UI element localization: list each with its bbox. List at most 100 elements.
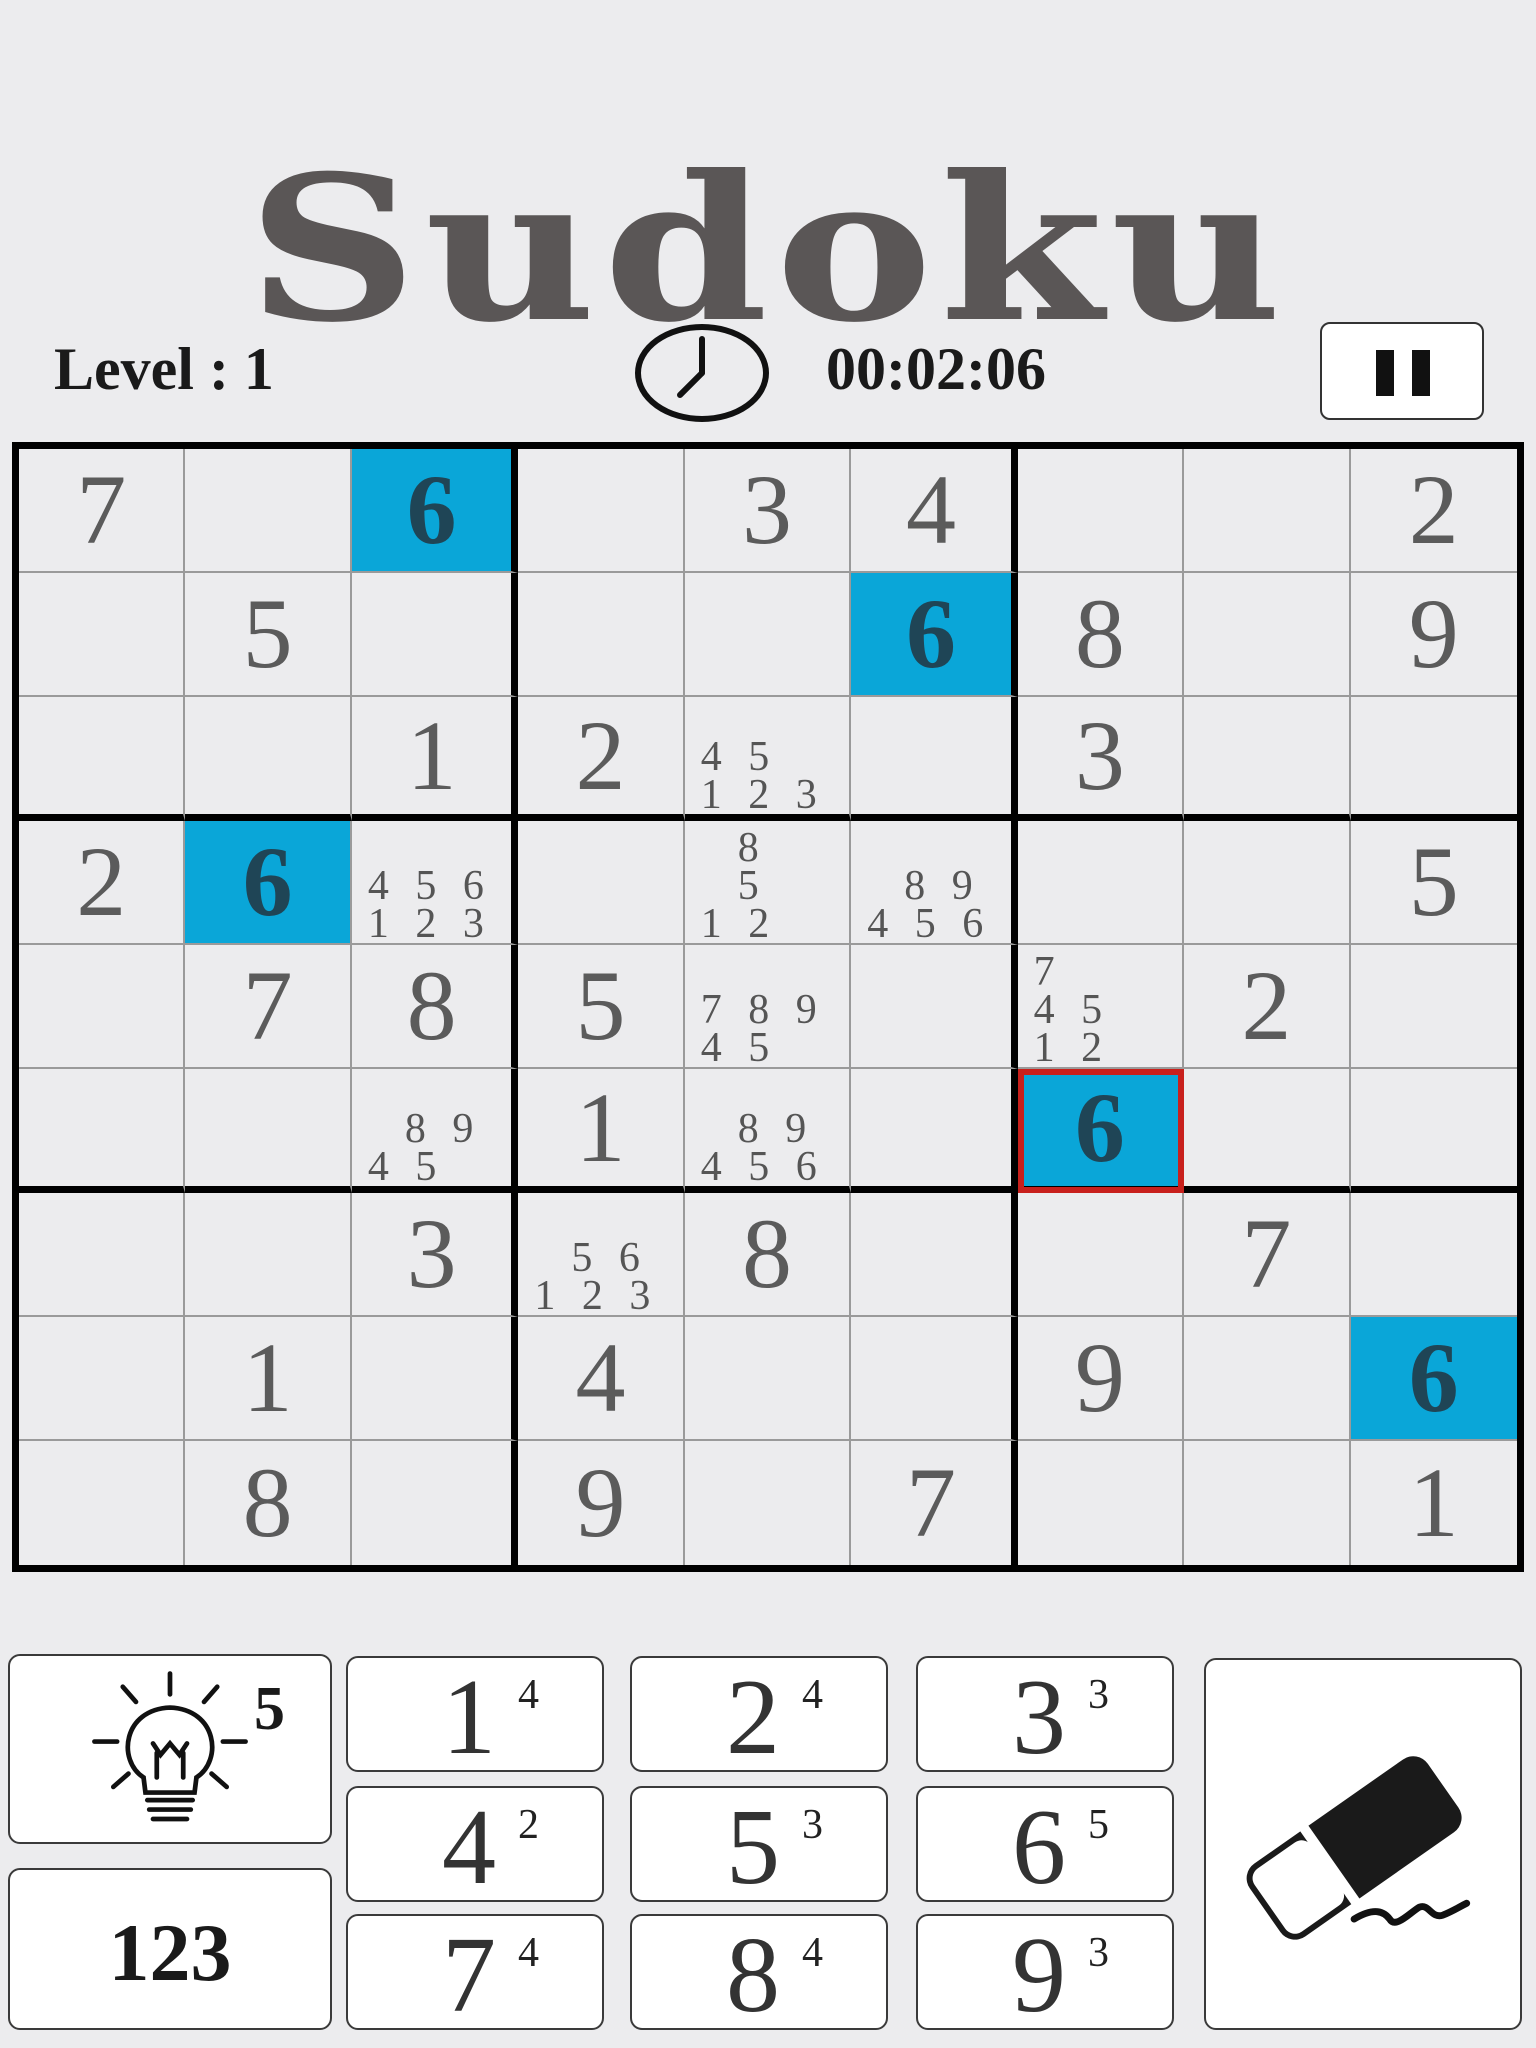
board-cell[interactable]: 3	[1017, 697, 1185, 821]
board-cell[interactable]: 8	[684, 1193, 852, 1317]
board-cell[interactable]	[1350, 945, 1517, 1069]
board-cell[interactable]	[851, 1317, 1018, 1441]
board-cell[interactable]: 2	[1350, 449, 1517, 573]
board-cell[interactable]: 1	[351, 697, 519, 821]
board-cell[interactable]: 8 94 5 6	[851, 821, 1018, 945]
board-cell[interactable]	[185, 1193, 352, 1317]
board-cell[interactable]	[685, 1441, 852, 1565]
level-label: Level : 1	[54, 336, 274, 402]
board-cell[interactable]	[1350, 697, 1517, 821]
board-cell[interactable]	[518, 449, 685, 573]
app-title: Sudoku	[246, 132, 1290, 367]
board-cell[interactable]: 8	[1017, 573, 1185, 697]
board-cell[interactable]	[1184, 1069, 1351, 1193]
board-cell[interactable]	[185, 1069, 352, 1193]
board-cell[interactable]	[1184, 449, 1351, 573]
board-cell[interactable]: 4	[851, 449, 1018, 573]
board-cell[interactable]	[352, 1441, 519, 1565]
board-cell[interactable]	[19, 1317, 186, 1441]
board-cell[interactable]	[185, 697, 352, 821]
digit-button-1[interactable]: 14	[346, 1656, 604, 1772]
board-cell[interactable]	[19, 573, 186, 697]
number-mode-button[interactable]: 123	[8, 1868, 332, 2030]
board-cell[interactable]	[1017, 1193, 1185, 1317]
cell-notes: 5 61 2 3	[518, 1193, 682, 1317]
board-cell[interactable]	[1018, 1441, 1185, 1565]
board-cell[interactable]: 6	[351, 449, 519, 573]
board-cell[interactable]	[1350, 1069, 1517, 1193]
board-cell[interactable]	[684, 573, 852, 697]
board-cell[interactable]: 8 94 5 6	[684, 1069, 852, 1193]
cell-value: 8	[242, 1447, 293, 1558]
board-cell[interactable]	[19, 697, 186, 821]
board-cell[interactable]	[518, 573, 685, 697]
board-cell[interactable]: 7	[19, 449, 186, 573]
digit-button-4[interactable]: 42	[346, 1786, 604, 1902]
digit-button-9[interactable]: 93	[916, 1914, 1174, 2030]
board-cell[interactable]	[19, 1193, 186, 1317]
board-cell[interactable]	[19, 1069, 186, 1193]
digit-button-7[interactable]: 74	[346, 1914, 604, 2030]
board-cell[interactable]: 2	[518, 697, 685, 821]
board-cell[interactable]	[185, 449, 352, 573]
pause-button[interactable]	[1320, 322, 1484, 420]
board-cell[interactable]	[518, 821, 685, 945]
board-cell[interactable]	[851, 1069, 1018, 1193]
board-cell[interactable]	[1350, 1193, 1517, 1317]
board-cell[interactable]: 8 51 2	[684, 821, 852, 945]
board-cell[interactable]: 8	[351, 945, 519, 1069]
board-cell[interactable]: 8 94 5	[351, 1069, 519, 1193]
cell-value: 2	[1408, 454, 1459, 565]
board-cell[interactable]: 2	[1184, 945, 1351, 1069]
board-cell[interactable]: 2	[19, 821, 186, 945]
board-cell[interactable]	[19, 945, 186, 1069]
digit-button-8[interactable]: 84	[630, 1914, 888, 2030]
board-cell[interactable]	[1184, 821, 1351, 945]
board-cell[interactable]: 6	[1350, 1317, 1517, 1441]
hint-button[interactable]: 5	[8, 1654, 332, 1844]
digit-button-2[interactable]: 24	[630, 1656, 888, 1772]
board-cell[interactable]: 6	[185, 821, 352, 945]
board-cell[interactable]: 7	[851, 1441, 1018, 1565]
board-cell[interactable]: 4 5 61 2 3	[351, 821, 519, 945]
board-cell[interactable]: 6	[851, 573, 1018, 697]
board-cell[interactable]	[1184, 1317, 1351, 1441]
board-cell[interactable]	[851, 1193, 1018, 1317]
board-cell[interactable]: 9	[1017, 1317, 1185, 1441]
cell-value: 3	[741, 454, 792, 565]
board-cell[interactable]	[19, 1441, 186, 1565]
digit-button-6[interactable]: 65	[916, 1786, 1174, 1902]
board-cell[interactable]: 4	[518, 1317, 685, 1441]
board-cell[interactable]: 5	[1350, 821, 1517, 945]
board-cell[interactable]	[1184, 697, 1351, 821]
board-cell[interactable]: 1	[185, 1317, 352, 1441]
board-cell[interactable]: 9	[518, 1441, 685, 1565]
board-cell[interactable]: 7	[185, 945, 352, 1069]
board-cell[interactable]	[1017, 449, 1185, 573]
board-cell[interactable]	[684, 1317, 852, 1441]
board-cell[interactable]: 74 51 2	[1017, 945, 1185, 1069]
board-cell[interactable]: 7 8 94 5	[684, 945, 852, 1069]
board-cell[interactable]	[1184, 573, 1351, 697]
erase-button[interactable]	[1204, 1658, 1522, 2030]
digit-button-3[interactable]: 33	[916, 1656, 1174, 1772]
digit-button-5[interactable]: 53	[630, 1786, 888, 1902]
board-cell[interactable]	[351, 573, 519, 697]
board-cell[interactable]: 6	[1017, 1069, 1185, 1193]
board-cell[interactable]	[1184, 1441, 1351, 1565]
board-cell[interactable]: 7	[1184, 1193, 1351, 1317]
board-cell[interactable]: 9	[1350, 573, 1517, 697]
board-cell[interactable]	[851, 697, 1018, 821]
board-cell[interactable]	[351, 1317, 519, 1441]
board-cell[interactable]	[1017, 821, 1185, 945]
board-cell[interactable]: 8	[185, 1441, 352, 1565]
board-cell[interactable]: 5	[185, 573, 352, 697]
board-cell[interactable]: 3	[684, 449, 852, 573]
board-cell[interactable]: 3	[351, 1193, 519, 1317]
board-cell[interactable]: 5	[518, 945, 685, 1069]
board-cell[interactable]: 1	[518, 1069, 685, 1193]
board-cell[interactable]: 4 51 2 3	[684, 697, 852, 821]
board-cell[interactable]	[851, 945, 1018, 1069]
board-cell[interactable]: 1	[1351, 1441, 1517, 1565]
board-cell[interactable]: 5 61 2 3	[518, 1193, 685, 1317]
